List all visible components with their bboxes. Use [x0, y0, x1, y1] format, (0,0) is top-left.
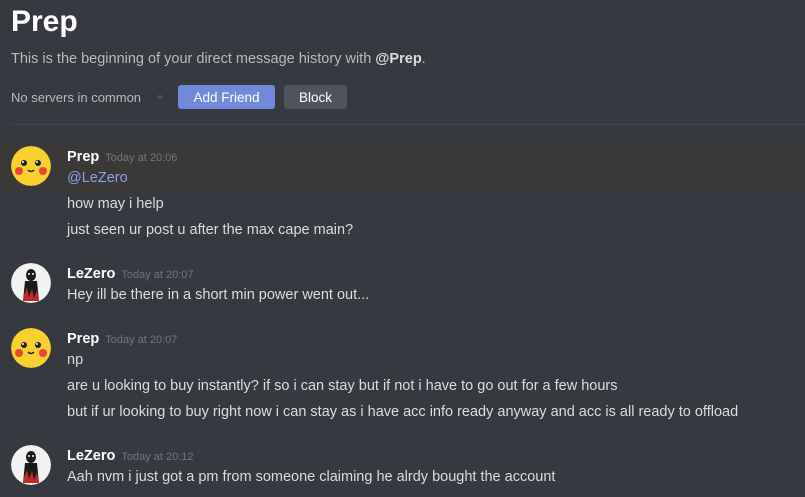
message-text: how may i help: [67, 196, 164, 212]
message-text: are u looking to buy instantly? if so i …: [67, 378, 618, 394]
dark-figure-avatar[interactable]: [11, 263, 51, 303]
timestamp: Today at 20:07: [105, 334, 178, 346]
message-text: Aah nvm i just got a pm from someone cla…: [67, 469, 556, 485]
separator-dot: [158, 95, 163, 99]
message-header: Prep Today at 20:06: [67, 148, 177, 166]
pikachu-avatar[interactable]: [11, 328, 51, 368]
block-button[interactable]: Block: [284, 85, 348, 109]
message-header: Prep Today at 20:07: [67, 330, 177, 348]
intro-suffix: .: [421, 51, 426, 67]
author-name[interactable]: LeZero: [67, 266, 115, 282]
page-title: Prep: [11, 5, 78, 38]
author-name[interactable]: Prep: [67, 149, 99, 165]
dm-intro-text: This is the beginning of your direct mes…: [11, 51, 426, 67]
timestamp: Today at 20:07: [121, 269, 194, 281]
intro-prefix: This is the beginning of your direct mes…: [11, 51, 376, 67]
message-text: np: [67, 352, 84, 368]
author-name[interactable]: Prep: [67, 331, 99, 347]
message-text: just seen ur post u after the max cape m…: [67, 222, 354, 238]
message-text: Hey ill be there in a short min power we…: [67, 287, 370, 303]
pikachu-avatar[interactable]: [11, 146, 51, 186]
message-text: but if ur looking to buy right now i can…: [67, 404, 739, 420]
no-servers-label: No servers in common: [11, 89, 142, 105]
dark-figure-avatar[interactable]: [11, 445, 51, 485]
timestamp: Today at 20:12: [121, 451, 194, 463]
timestamp: Today at 20:06: [105, 152, 178, 164]
message-header: LeZero Today at 20:07: [67, 265, 194, 283]
user-mention[interactable]: @LeZero: [67, 170, 128, 186]
intro-mention: @Prep: [375, 51, 422, 67]
add-friend-button[interactable]: Add Friend: [178, 85, 276, 109]
author-name[interactable]: LeZero: [67, 448, 115, 464]
header-actions: No servers in common Add Friend Block: [11, 85, 348, 109]
divider: [11, 124, 805, 125]
message-header: LeZero Today at 20:12: [67, 447, 194, 465]
